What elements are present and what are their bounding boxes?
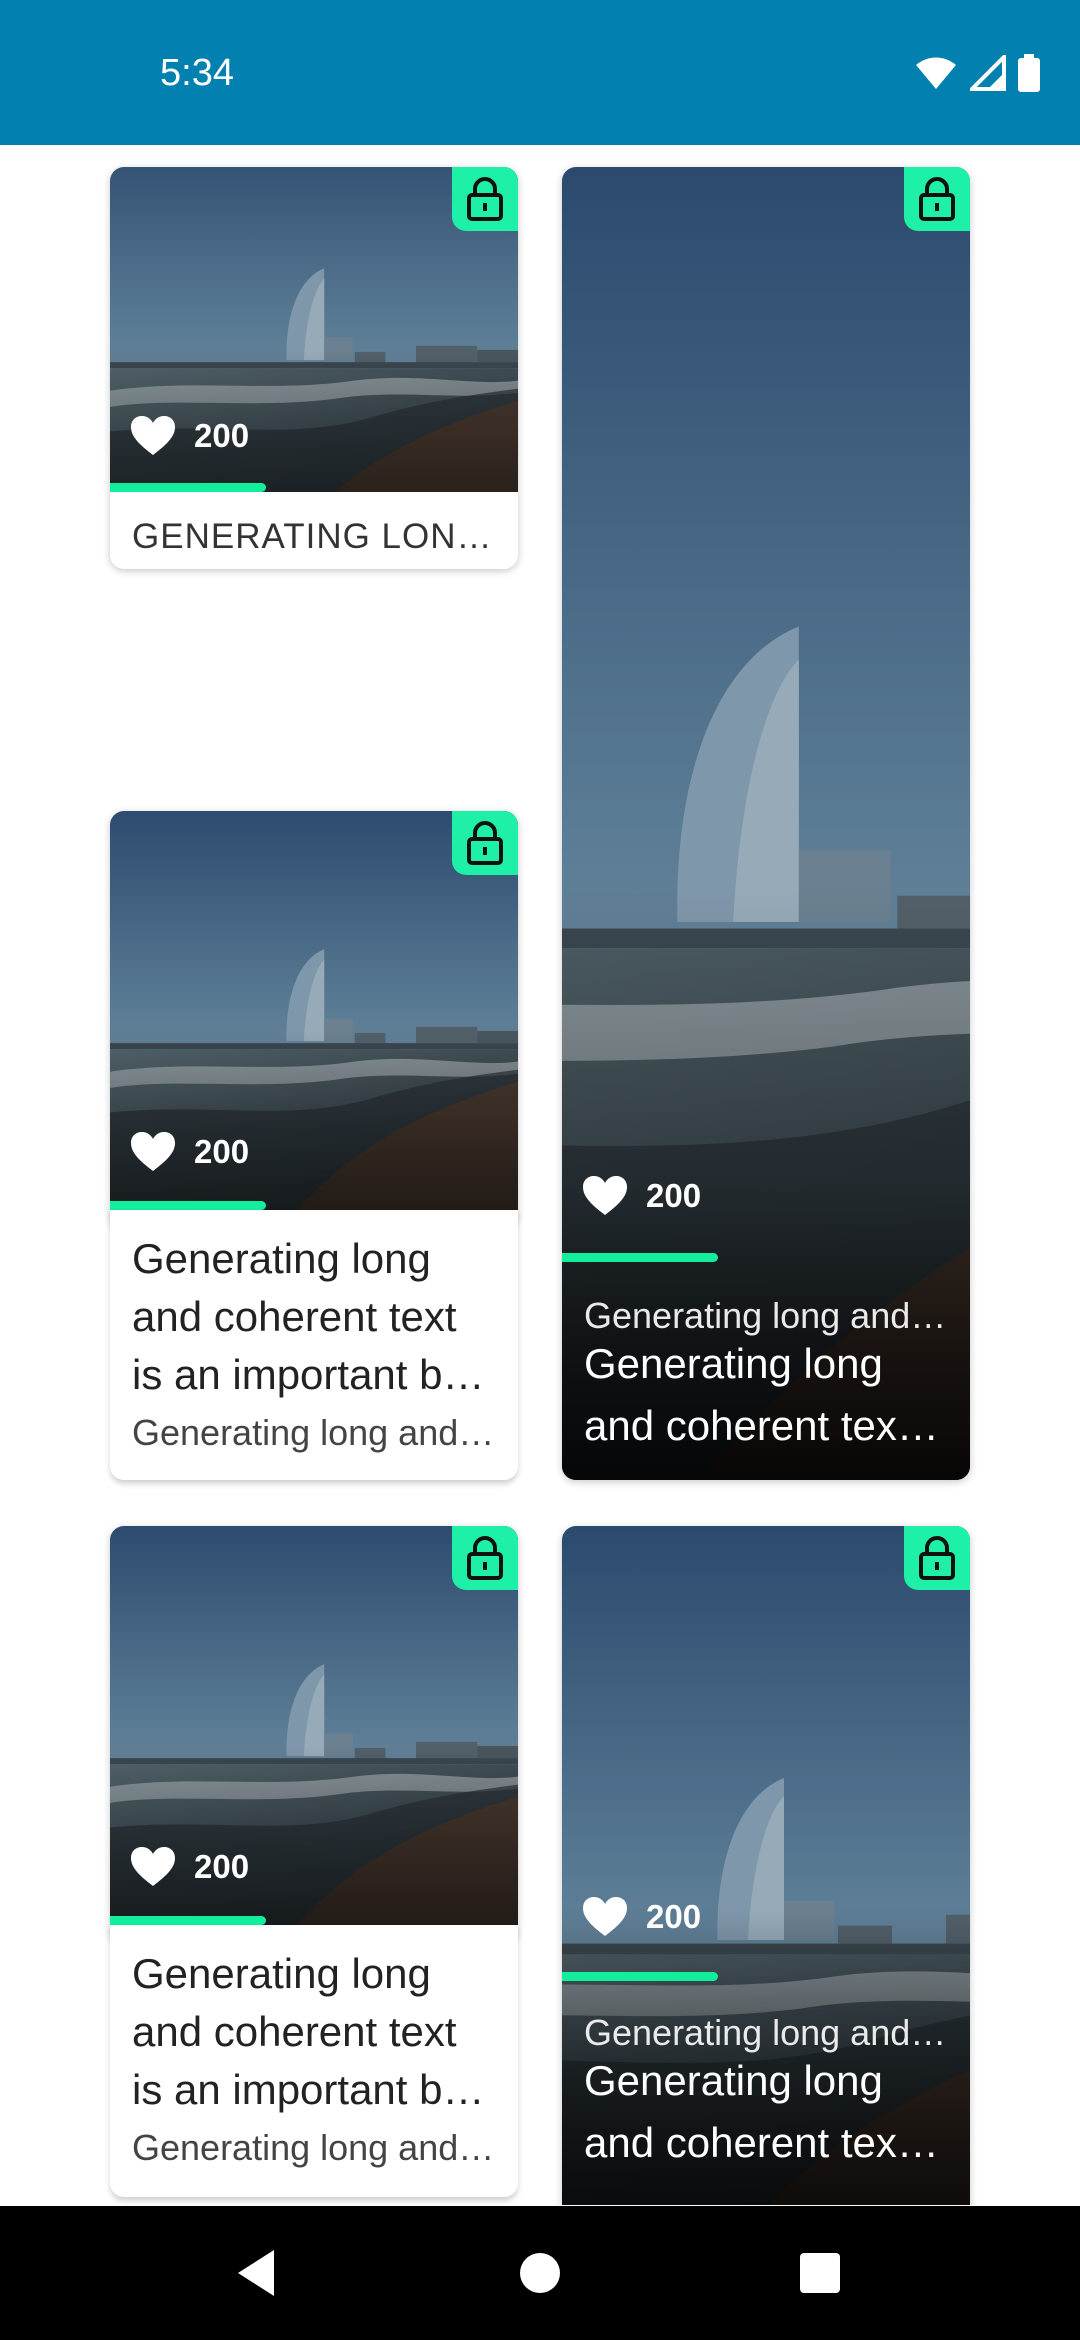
lock-badge[interactable] (452, 1526, 518, 1590)
card-photo: 200 (110, 811, 518, 1210)
status-icons (914, 54, 1040, 92)
card[interactable]: 200 Generating long and coherent text Ge… (562, 167, 970, 1480)
status-time: 5:34 (160, 52, 234, 94)
heart-icon (131, 1132, 175, 1171)
card[interactable]: 200 Generating long and coherent text Ge… (562, 1526, 970, 2205)
progress-bar (562, 1972, 718, 1981)
lock-badge[interactable] (452, 167, 518, 231)
lock-badge[interactable] (904, 167, 970, 231)
card-title: Generating long and coherent text is an … (132, 1950, 485, 2113)
card-text-panel[interactable]: Generating long and coherent text is an … (110, 1210, 518, 1480)
lock-icon (467, 821, 503, 865)
battery-icon (1018, 54, 1040, 92)
lock-icon (467, 177, 503, 221)
heart-icon (583, 1897, 627, 1936)
card[interactable]: 200 (110, 1526, 518, 1942)
back-icon (238, 2250, 274, 2296)
card[interactable]: 200 (110, 811, 518, 1227)
likes[interactable]: 200 (130, 1131, 249, 1173)
lock-badge[interactable] (452, 811, 518, 875)
back-button[interactable] (196, 2206, 316, 2340)
card-subtitle: Generating long and coherent text (132, 1412, 496, 1453)
recents-button[interactable] (760, 2206, 880, 2340)
progress-bar (110, 483, 266, 492)
card[interactable]: 200 GENERATING LONG AND COHERENT TEXT Ge… (110, 167, 518, 569)
navigation-bar (0, 2206, 1080, 2340)
lock-badge[interactable] (904, 1526, 970, 1590)
status-bar: 5:34 (0, 0, 1080, 145)
likes[interactable]: 200 (582, 1896, 701, 1938)
card-title: Generating long and coherent text is an … (132, 557, 496, 569)
signal-icon (970, 55, 1006, 91)
card-feed[interactable]: 200 GENERATING LONG AND COHERENT TEXT Ge… (0, 145, 1080, 2205)
likes[interactable]: 200 (130, 415, 249, 457)
card-photo: 200 (110, 167, 518, 492)
likes[interactable]: 200 (130, 1846, 249, 1888)
recents-icon (800, 2253, 840, 2293)
wifi-icon (916, 57, 956, 89)
card-photo: 200 Generating long and coherent text Ge… (562, 167, 970, 1480)
card-photo: 200 Generating long and coherent text Ge… (562, 1526, 970, 2205)
card-text-panel[interactable]: Generating long and coherent text is an … (110, 1925, 518, 2197)
heart-icon (583, 1176, 627, 1215)
card-subtitle: Generating long and coherent text (132, 2127, 496, 2168)
home-button[interactable] (480, 2206, 600, 2340)
card-caption: GENERATING LONG AND COHERENT TEXT (132, 517, 496, 556)
likes-count: 200 (194, 1848, 250, 1885)
heart-icon (131, 416, 175, 455)
card-photo: 200 (110, 1526, 518, 1925)
likes-count: 200 (646, 1177, 702, 1214)
card-title: Generating long and coherent text is an … (132, 1235, 485, 1398)
lock-icon (919, 177, 955, 221)
heart-icon (131, 1847, 175, 1886)
likes[interactable]: 200 (582, 1175, 701, 1217)
progress-bar (110, 1201, 266, 1210)
likes-count: 200 (646, 1898, 702, 1935)
card-title: Generating long and coherent tex… (584, 2057, 939, 2166)
lock-icon (467, 1536, 503, 1580)
card-title: Generating long and coherent tex… (584, 1340, 939, 1449)
progress-bar (110, 1916, 266, 1925)
likes-count: 200 (194, 1133, 250, 1170)
progress-bar (562, 1253, 718, 1262)
lock-icon (919, 1536, 955, 1580)
home-icon (520, 2253, 560, 2293)
likes-count: 200 (194, 417, 250, 454)
card-body: GENERATING LONG AND COHERENT TEXT (132, 513, 496, 561)
